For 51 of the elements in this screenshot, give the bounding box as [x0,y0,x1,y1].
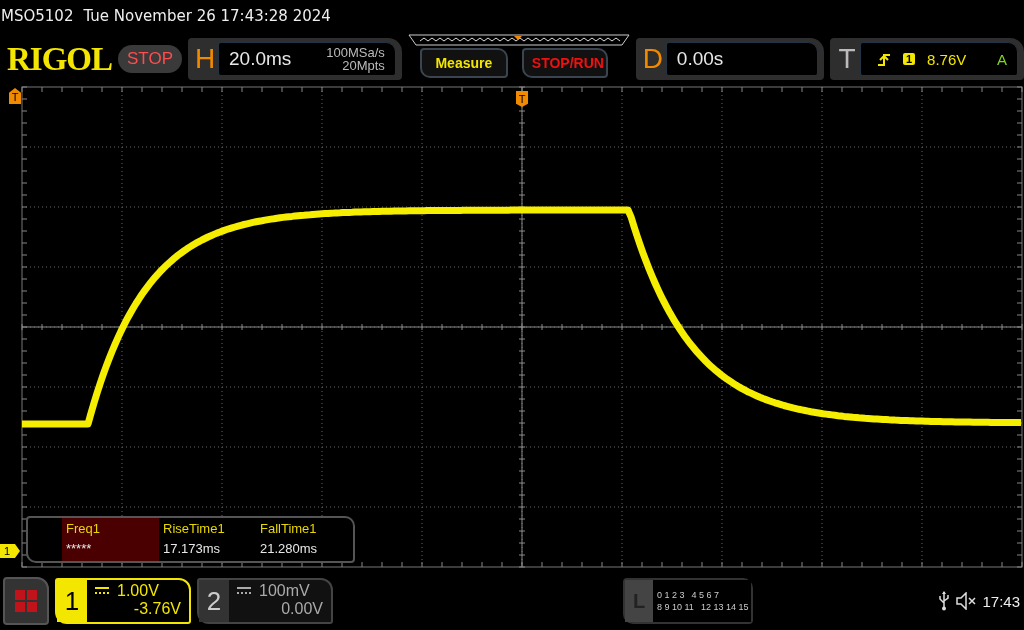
menu-button[interactable] [3,577,49,625]
stop-run-button[interactable]: STOP/RUN [521,48,608,78]
timebase-value: 20.0ms [229,48,292,70]
trigger-level-marker[interactable]: T [9,88,21,104]
channel-panel[interactable]: 1 1.00V -3.76V [55,578,191,624]
channel-number: 1 [57,580,87,622]
delay-panel[interactable]: D 0.00s [635,38,824,80]
measurement-value: 21.280ms [260,541,319,556]
logo: RIGOL [7,40,113,78]
trigger-position-marker[interactable]: T [516,91,528,107]
model-name: MSO5102 [1,7,74,25]
usb-icon [938,591,951,611]
rising-edge-icon [876,52,891,66]
horizontal-panel[interactable]: H 20.0ms 100MSa/s 20Mpts [188,38,402,80]
speaker-muted-icon [956,592,977,610]
measure-button[interactable]: Measure [419,48,508,78]
trigger-level: 8.76V [927,50,967,68]
measurement-item[interactable]: Freq1 ***** [62,518,159,561]
memory-depth: 20Mpts [342,59,385,72]
measurement-value: ***** [66,541,93,556]
grid-icon [15,590,37,612]
trigger-panel[interactable]: T 1 8.76V A [829,38,1024,80]
channel-offset: 0.00V [280,600,323,618]
logic-channel-numbers: 0 1 2 3 [657,590,685,600]
trigger-mode: A [997,50,1007,68]
horizontal-label: H [193,43,217,75]
channel-scale: 100mV [259,582,310,600]
dc-coupling-icon [237,587,251,595]
measurement-value: 17.173ms [163,541,222,556]
delay-label: D [641,43,664,75]
clock-time: 17:43 [982,592,1020,610]
date-time: Tue November 26 17:43:28 2024 [83,7,331,25]
run-state-indicator: STOP [118,45,182,73]
measurement-name: RiseTime1 [163,521,226,536]
channel-panel[interactable]: 2 100mV 0.00V [197,578,333,624]
channel-number: 2 [199,580,229,622]
channel-scale: 1.00V [117,582,159,600]
measurement-item[interactable]: FallTime1 21.280ms [256,518,353,561]
logic-channel-numbers: 8 9 10 11 [657,602,694,612]
trigger-label: T [837,43,857,75]
sample-rate: 100MSa/s [326,46,385,59]
channel-offset: -3.76V [132,600,181,618]
logic-channel-numbers: 12 13 14 15 [700,602,749,612]
measurement-item[interactable]: RiseTime1 17.173ms [159,518,256,561]
measurement-name: Freq1 [66,521,101,536]
measurement-name: FallTime1 [260,521,318,536]
delay-value: 0.00s [676,48,724,70]
dc-coupling-icon [95,587,109,595]
logic-channel-numbers: 4 5 6 7 [691,590,720,600]
trigger-source-badge: 1 [902,53,916,65]
channel-marker[interactable]: 1 [0,544,20,558]
